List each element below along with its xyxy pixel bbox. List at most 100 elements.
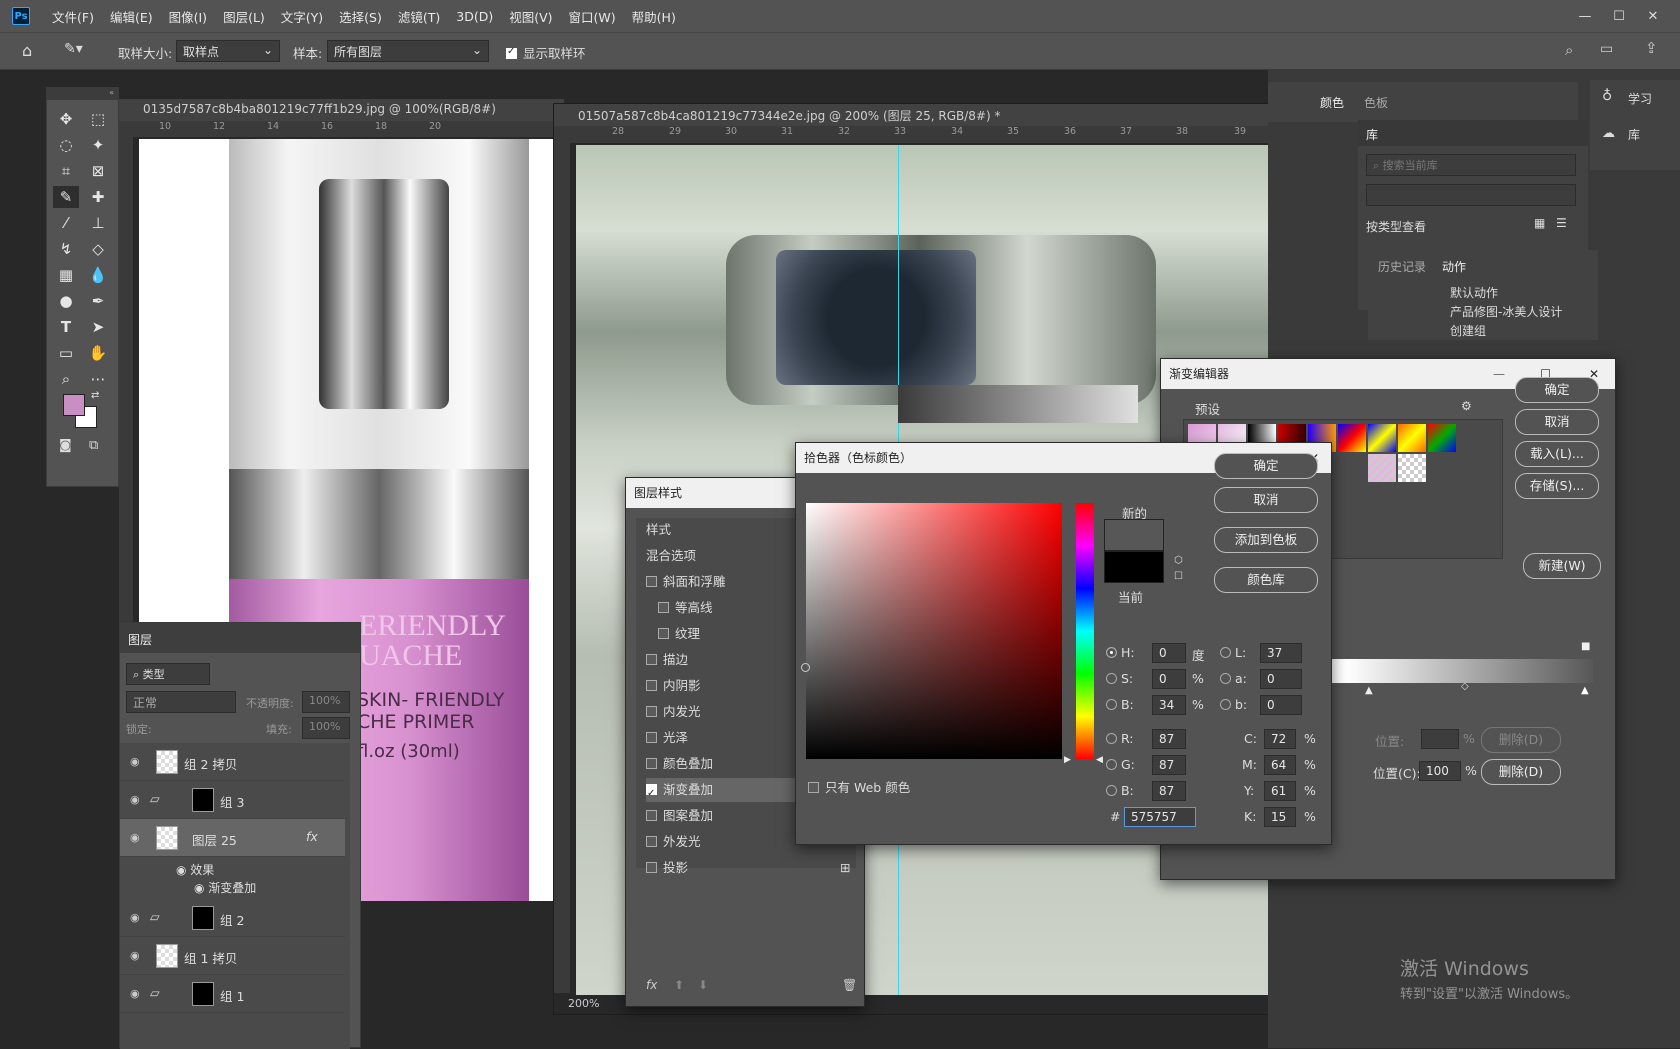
menu-type[interactable]: 文字(Y) xyxy=(273,7,331,26)
hue-arrow-icon[interactable]: ◀ xyxy=(1096,755,1103,765)
g-input[interactable]: 87 xyxy=(1152,755,1186,775)
swap-colors-icon[interactable]: ⇄ xyxy=(91,390,99,401)
quick-mask-icon[interactable]: ◙ xyxy=(59,438,72,453)
more-tools-icon[interactable]: ⋯ xyxy=(85,368,111,390)
workspace-icon[interactable]: ▭ xyxy=(1600,41,1613,57)
screen-mode-icon[interactable]: ⧉ xyxy=(89,438,98,453)
b-input[interactable]: 34 xyxy=(1152,695,1186,715)
eye-icon[interactable]: ◉ xyxy=(130,949,140,962)
eye-icon[interactable]: ◉ xyxy=(130,755,140,768)
zoom-tool-icon[interactable]: ⌕ xyxy=(53,368,79,390)
picker-cancel-button[interactable]: 取消 xyxy=(1214,487,1318,513)
l-radio[interactable]: L: xyxy=(1220,645,1246,660)
minimize-icon[interactable]: — xyxy=(1493,359,1505,389)
opacity-input[interactable]: 100% xyxy=(302,691,350,713)
preset-swatch[interactable] xyxy=(1368,424,1396,452)
tab-swatches[interactable]: 色板 xyxy=(1364,94,1388,111)
location-c-input[interactable]: 100 xyxy=(1419,761,1461,781)
hex-input[interactable]: 575757 xyxy=(1124,807,1196,827)
eye-icon[interactable]: ◉ xyxy=(194,881,208,895)
close-window-button[interactable]: ✕ xyxy=(1636,9,1670,24)
g-radio[interactable]: G: xyxy=(1106,757,1135,772)
library-select[interactable] xyxy=(1366,184,1576,206)
minimize-button[interactable]: — xyxy=(1568,9,1602,24)
learn-button[interactable]: 学习 xyxy=(1628,90,1652,107)
quick-select-icon[interactable]: ✦ xyxy=(85,134,111,156)
blue-radio[interactable]: B: xyxy=(1106,783,1134,798)
k-input[interactable]: 15 xyxy=(1264,807,1296,827)
collapse-icon[interactable]: « xyxy=(47,88,118,100)
picker-ok-button[interactable]: 确定 xyxy=(1214,453,1318,479)
lab-b-input[interactable]: 0 xyxy=(1260,695,1302,715)
layer-row[interactable]: ◉ ▱ 组 2 xyxy=(120,899,345,937)
eye-icon[interactable]: ◉ xyxy=(130,987,140,1000)
web-safe-icon[interactable]: ☐ xyxy=(1174,571,1183,582)
color-stop-icon-selected[interactable]: ▲ xyxy=(1581,685,1589,696)
r-input[interactable]: 87 xyxy=(1152,729,1186,749)
layer-row[interactable]: ◉ 组 2 拷贝 xyxy=(120,743,345,781)
effects-row[interactable]: ◉ 效果 xyxy=(176,861,214,878)
crop-tool-icon[interactable]: ⌗ xyxy=(53,160,79,182)
hand-tool-icon[interactable]: ✋ xyxy=(85,342,111,364)
layer-row[interactable]: ◉ ▱ 组 3 xyxy=(120,781,345,819)
move-tool-icon[interactable]: ✥ xyxy=(53,108,79,130)
trash-icon[interactable]: 🗑 xyxy=(842,978,857,992)
move-down-icon[interactable]: ⬇ xyxy=(698,978,708,992)
tab-layers[interactable]: 图层 xyxy=(120,623,360,653)
tab-history[interactable]: 历史记录 xyxy=(1378,258,1426,275)
menu-file[interactable]: 文件(F) xyxy=(44,7,102,26)
gradient-overlay-row[interactable]: ◉ 渐变叠加 xyxy=(194,879,256,896)
hue-slider[interactable] xyxy=(1076,503,1094,759)
m-input[interactable]: 64 xyxy=(1264,755,1296,775)
view-by-type[interactable]: 按类型查看 xyxy=(1366,218,1426,235)
fill-input[interactable]: 100% xyxy=(302,717,350,739)
marquee-tool-icon[interactable]: ⬚ xyxy=(85,108,111,130)
c-input[interactable]: 72 xyxy=(1264,729,1296,749)
menu-image[interactable]: 图像(I) xyxy=(161,7,215,26)
eye-icon[interactable]: ◉ xyxy=(130,793,140,806)
s-input[interactable]: 0 xyxy=(1152,669,1186,689)
menu-edit[interactable]: 编辑(E) xyxy=(102,7,161,26)
a-input[interactable]: 0 xyxy=(1260,669,1302,689)
blur-tool-icon[interactable]: 💧 xyxy=(85,264,111,286)
maximize-button[interactable]: ☐ xyxy=(1602,9,1636,24)
stamp-tool-icon[interactable]: ⊥ xyxy=(85,212,111,234)
a-radio[interactable]: a: xyxy=(1220,671,1247,686)
tab-library[interactable]: 库 xyxy=(1358,120,1588,146)
current-color-swatch[interactable] xyxy=(1104,551,1164,583)
healing-tool-icon[interactable]: ✚ xyxy=(85,186,111,208)
library-search-input[interactable]: ⌕ 搜索当前库 xyxy=(1366,154,1576,176)
eye-icon[interactable]: ◉ xyxy=(176,863,190,877)
eye-icon[interactable]: ◉ xyxy=(130,911,140,924)
gradient-save-button[interactable]: 存储(S)... xyxy=(1515,473,1599,499)
frame-tool-icon[interactable]: ⊠ xyxy=(85,160,111,182)
gradient-new-button[interactable]: 新建(W) xyxy=(1523,553,1601,579)
menu-select[interactable]: 选择(S) xyxy=(331,7,390,26)
tab-actions[interactable]: 动作 xyxy=(1442,258,1466,275)
layer-row-selected[interactable]: ◉ 图层 25 fx xyxy=(120,819,345,857)
tab-color[interactable]: 颜色 xyxy=(1320,94,1344,111)
lightbulb-icon[interactable]: ♁ xyxy=(1602,88,1612,104)
preset-swatch[interactable] xyxy=(1398,424,1426,452)
action-item[interactable]: 默认动作 xyxy=(1450,284,1498,301)
share-icon[interactable]: ⇪ xyxy=(1645,39,1658,57)
preset-swatch[interactable] xyxy=(1398,454,1426,482)
fx-icon[interactable]: fx xyxy=(306,829,318,844)
dodge-tool-icon[interactable]: ● xyxy=(53,290,79,312)
s-radio[interactable]: S: xyxy=(1106,671,1133,686)
lasso-tool-icon[interactable]: ◌ xyxy=(53,134,79,156)
home-icon[interactable]: ⌂ xyxy=(22,41,32,60)
saturation-brightness-field[interactable] xyxy=(801,503,1062,759)
rectangle-tool-icon[interactable]: ▭ xyxy=(53,342,79,364)
gradient-cancel-button[interactable]: 取消 xyxy=(1515,409,1599,435)
b-radio[interactable]: B: xyxy=(1106,697,1134,712)
pen-tool-icon[interactable]: ✒ xyxy=(85,290,111,312)
preset-swatch[interactable] xyxy=(1428,424,1456,452)
menu-3d[interactable]: 3D(D) xyxy=(448,9,501,24)
zoom-level[interactable]: 200% xyxy=(568,997,599,1010)
sample-select[interactable]: 所有图层 ⌄ xyxy=(327,40,489,62)
h-input[interactable]: 0 xyxy=(1152,643,1186,663)
show-ring-checkbox[interactable]: 显示取样环 xyxy=(506,43,586,62)
blue-input[interactable]: 87 xyxy=(1152,781,1186,801)
add-to-swatches-button[interactable]: 添加到色板 xyxy=(1214,527,1318,553)
